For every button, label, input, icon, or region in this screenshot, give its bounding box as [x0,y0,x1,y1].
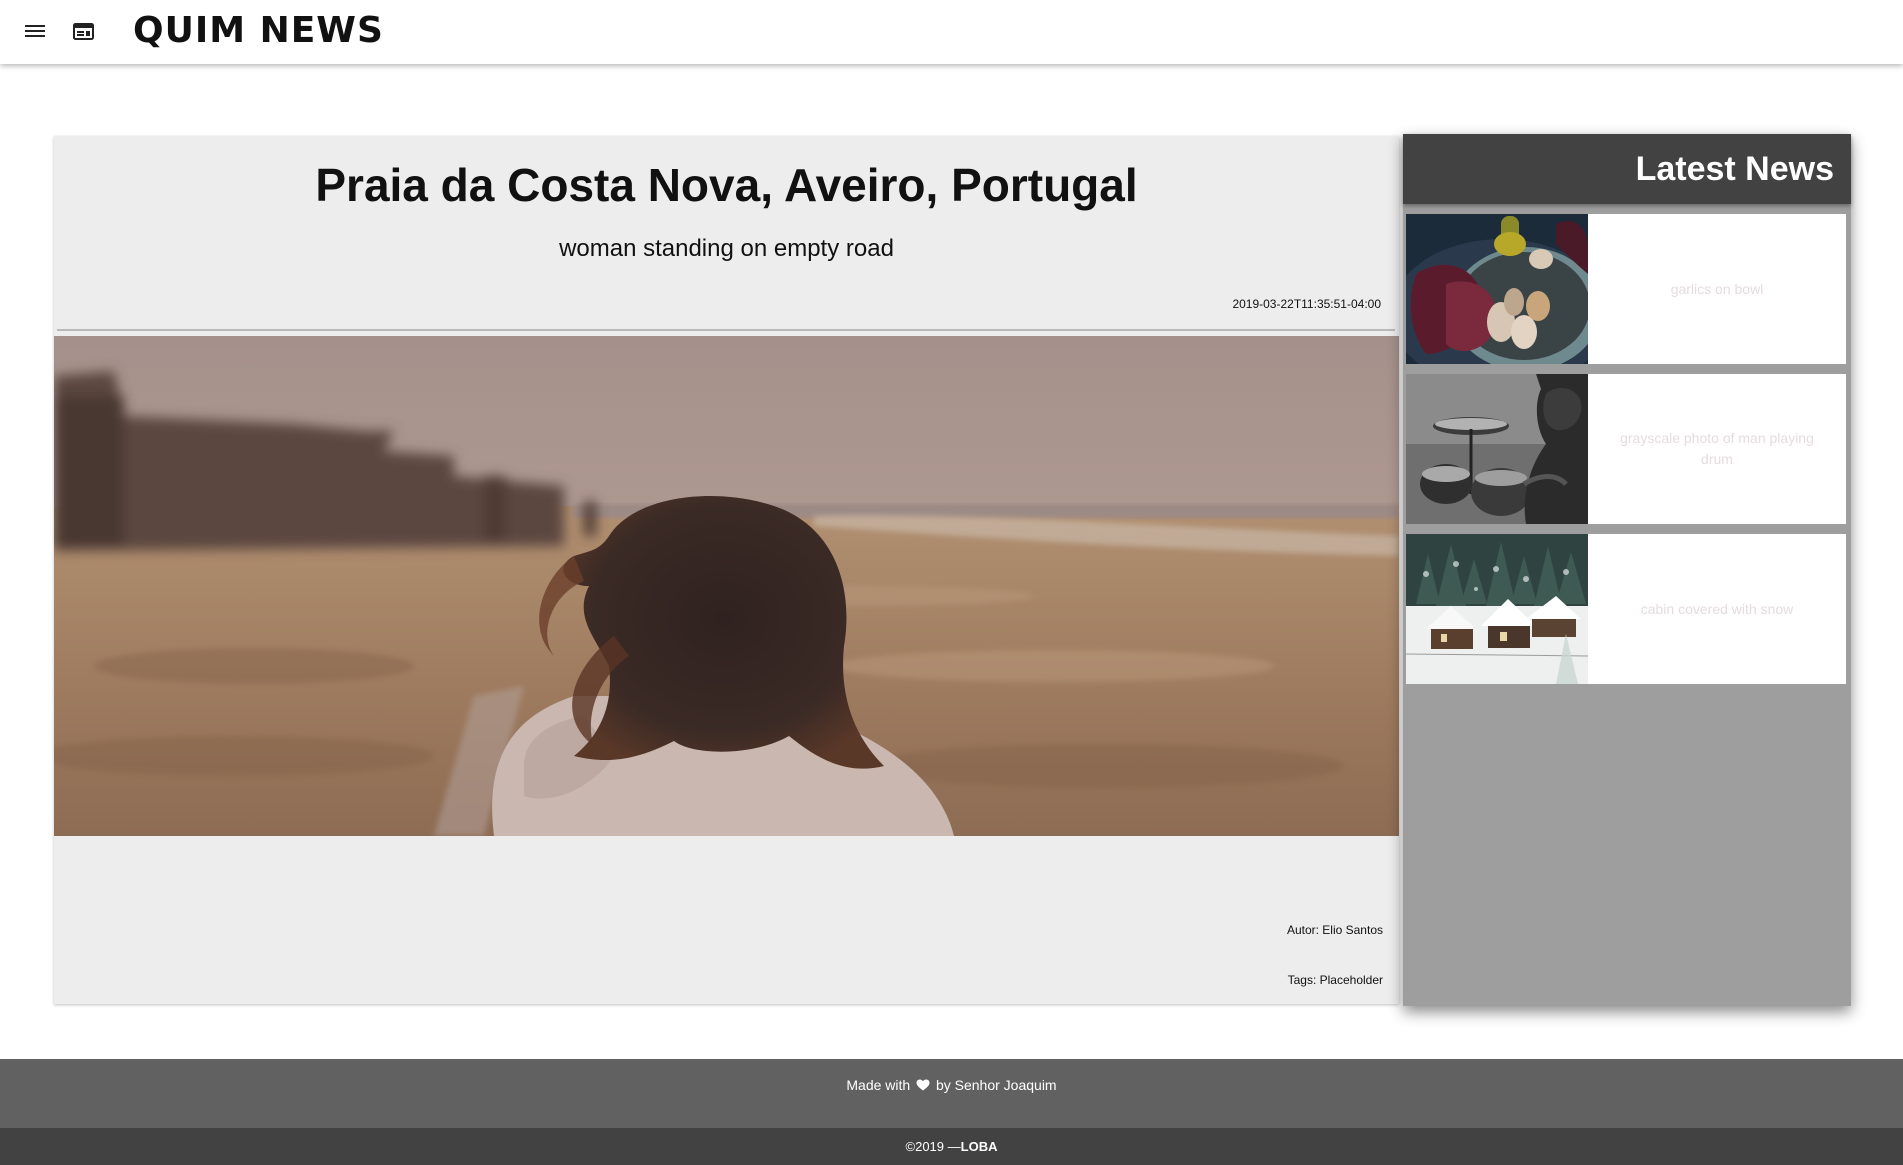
article-title: Praia da Costa Nova, Aveiro, Portugal [315,159,1138,211]
article-tags: Tags: Placeholder [1287,973,1383,987]
brand-link[interactable]: LOBA [961,1139,998,1154]
article-subtitle: woman standing on empty road [559,235,894,262]
latest-news-sidebar: Latest News garlics on bowl grayscale ph… [1403,134,1851,1006]
article-card: Praia da Costa Nova, Aveiro, Portugal wo… [54,136,1399,1004]
news-item[interactable]: grayscale photo of man playing drum [1406,374,1846,524]
web-icon[interactable] [73,23,94,40]
news-thumbnail [1406,534,1588,684]
footer-made-prefix: Made with [846,1077,911,1093]
footer-copyright-bar: ©2019 —LOBA [0,1128,1903,1165]
article-hero-image [54,336,1399,836]
news-thumbnail [1406,214,1588,364]
divider [57,329,1395,331]
news-thumbnail [1406,374,1588,524]
menu-icon[interactable] [25,23,45,39]
news-item[interactable]: garlics on bowl [1406,214,1846,364]
footer-made-suffix: by Senhor Joaquim [935,1077,1057,1093]
footer-copyright: ©2019 —LOBA [0,1137,1903,1157]
news-item[interactable]: cabin covered with snow [1406,534,1846,684]
footer: Made with by Senhor Joaquim [0,1059,1903,1128]
news-caption: cabin covered with snow [1640,600,1794,617]
footer-credit: Made with by Senhor Joaquim [0,1075,1903,1095]
copyright-text: ©2019 — [905,1139,961,1154]
sidebar-title: Latest News [1635,150,1834,188]
news-caption: garlics on bowl [1670,280,1764,297]
site-logo[interactable]: QUIM NEWS [133,9,384,53]
heart-icon [916,1079,930,1091]
article-date: 2019-03-22T11:35:51-04:00 [1232,297,1381,311]
news-caption: grayscale photo of man playing drum [1620,430,1814,467]
sidebar-header: Latest News [1403,134,1851,204]
article-author: Autor: Elio Santos [1286,923,1383,937]
top-app-bar: QUIM NEWS [0,0,1903,64]
